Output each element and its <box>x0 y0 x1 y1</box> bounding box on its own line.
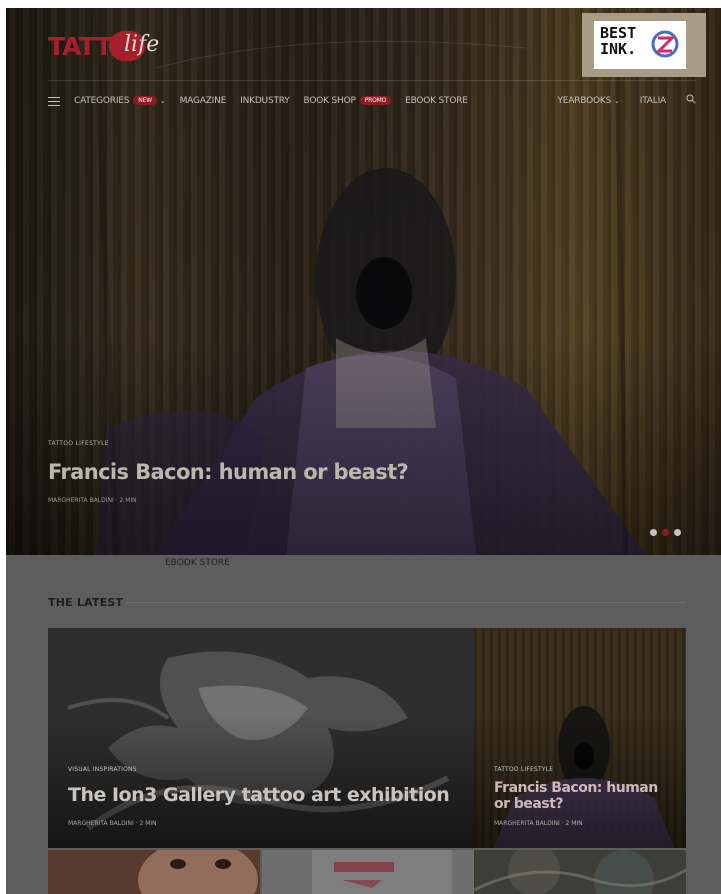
chevron-down-icon: ⌄ <box>614 96 620 105</box>
thumbnail-product-image <box>262 850 474 894</box>
slider-dot[interactable] <box>674 529 681 536</box>
search-icon[interactable] <box>686 94 696 107</box>
card-meta: MARGHERITA BALDINI · 2 MIN <box>494 820 583 827</box>
article-thumbnail[interactable] <box>262 850 474 894</box>
logo-text: TATT <box>48 31 112 61</box>
slider-dot-active[interactable] <box>662 529 669 536</box>
nav-item-yearbooks[interactable]: YEARBOOKS ⌄ <box>557 96 619 106</box>
nav-label: BOOK SHOP <box>303 96 356 106</box>
hero-slider[interactable]: TATT life BEST INK. CATEGORIES NEW ⌄ MAG… <box>6 8 721 555</box>
nav-item-categories[interactable]: CATEGORIES NEW ⌄ <box>74 96 166 106</box>
page: TATT life BEST INK. CATEGORIES NEW ⌄ MAG… <box>6 8 721 894</box>
main-nav: CATEGORIES NEW ⌄ MAGAZINE INKDUSTRY BOOK S… <box>48 92 696 110</box>
article-thumbnail[interactable] <box>474 850 686 894</box>
section-divider <box>126 602 686 603</box>
ad-line-1: BEST <box>600 24 637 42</box>
slider-dots <box>650 529 681 536</box>
article-card[interactable]: TATTOO LIFESTYLE Francis Bacon: human or… <box>474 628 686 848</box>
slider-dot[interactable] <box>650 529 657 536</box>
card-title[interactable]: Francis Bacon: human or beast? <box>494 780 674 812</box>
hamburger-menu-icon[interactable] <box>48 96 60 106</box>
promo-badge: PROMO <box>359 96 392 105</box>
logo-script: life <box>124 32 160 57</box>
ad-logo-icon <box>651 30 679 58</box>
nav-label: YEARBOOKS <box>557 95 612 106</box>
hero-category[interactable]: TATTOO LIFESTYLE <box>48 440 109 447</box>
ad-panel: BEST INK. <box>594 21 686 69</box>
ad-banner[interactable]: BEST INK. <box>582 13 706 77</box>
nav-item-book-shop[interactable]: BOOK SHOP PROMO <box>304 96 392 106</box>
site-logo[interactable]: TATT life <box>48 26 159 66</box>
nav-right: YEARBOOKS ⌄ ITALIA <box>537 94 696 107</box>
card-image-dragon <box>48 628 474 848</box>
nav-label: CATEGORIES <box>74 96 130 106</box>
new-badge: NEW <box>133 96 157 105</box>
card-image-bacon <box>474 628 686 848</box>
chevron-down-icon: ⌄ <box>159 97 166 105</box>
nav-item-inkdustry[interactable]: INKDUSTRY <box>240 96 290 106</box>
section-heading-latest: THE LATEST <box>48 596 124 609</box>
article-card[interactable]: VISUAL INSPIRATIONS The Ion3 Gallery tat… <box>48 628 474 848</box>
language-switch[interactable]: ITALIA <box>640 96 666 106</box>
thumbnail-face-image <box>48 850 260 894</box>
nav-item-ebook-store[interactable]: EBOOK STORE <box>405 96 468 106</box>
ad-line-2: INK. <box>600 40 637 58</box>
card-category[interactable]: VISUAL INSPIRATIONS <box>68 766 137 773</box>
card-title[interactable]: The Ion3 Gallery tattoo art exhibition <box>68 784 450 806</box>
ad-text: BEST INK. <box>600 25 636 57</box>
nav-item-magazine[interactable]: MAGAZINE <box>180 96 227 106</box>
hero-title[interactable]: Francis Bacon: human or beast? <box>48 460 409 484</box>
card-meta: MARGHERITA BALDINI · 2 MIN <box>68 820 157 827</box>
article-thumbnail[interactable] <box>48 850 260 894</box>
nav-divider <box>48 80 696 81</box>
hero-meta: MARGHERITA BALDINI · 2 MIN <box>48 497 137 504</box>
card-category[interactable]: TATTOO LIFESTYLE <box>494 766 553 773</box>
ebook-store-label[interactable]: EBOOK STORE <box>165 558 230 568</box>
thumbnail-tattoo-image <box>474 850 686 894</box>
